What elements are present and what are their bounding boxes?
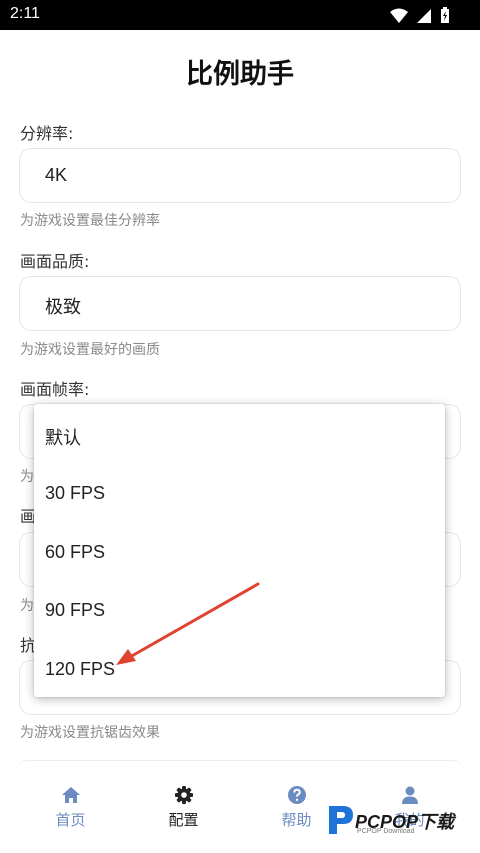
dropdown-option-default[interactable]: 默认 bbox=[45, 424, 81, 450]
gear-icon bbox=[175, 786, 193, 804]
watermark: PCPOP下载 PCPOP Download bbox=[325, 800, 475, 840]
help-icon bbox=[288, 786, 306, 804]
wifi-icon bbox=[390, 8, 408, 23]
quality-hint: 为游戏设置最好的画质 bbox=[20, 342, 160, 358]
framerate-dropdown: 默认 30 FPS 60 FPS 90 FPS 120 FPS bbox=[34, 404, 445, 697]
signal-icon bbox=[417, 8, 431, 23]
resolution-hint: 为游戏设置最佳分辨率 bbox=[20, 213, 160, 229]
quality-value: 极致 bbox=[45, 297, 81, 317]
dropdown-option-60fps[interactable]: 60 FPS bbox=[45, 542, 105, 563]
quality-label: 画面品质: bbox=[20, 252, 90, 271]
resolution-value: 4K bbox=[45, 165, 68, 185]
resolution-label: 分辨率: bbox=[20, 124, 74, 143]
status-icons bbox=[390, 7, 450, 24]
resolution-select[interactable]: 4K bbox=[19, 148, 461, 203]
tab-config[interactable]: 配置 bbox=[127, 761, 240, 853]
antialias-hint: 为游戏设置抗锯齿效果 bbox=[20, 725, 160, 741]
page-title: 比例助手 bbox=[186, 59, 294, 90]
dropdown-option-30fps[interactable]: 30 FPS bbox=[45, 483, 105, 504]
dropdown-option-120fps[interactable]: 120 FPS bbox=[45, 659, 115, 680]
home-icon bbox=[62, 787, 80, 803]
status-time: 2:11 bbox=[10, 5, 40, 22]
quality-select[interactable]: 极致 bbox=[19, 276, 461, 331]
framerate-hint: 为 bbox=[20, 469, 34, 485]
watermark-sub: PCPOP Download bbox=[357, 828, 415, 835]
watermark-logo-icon bbox=[329, 806, 353, 834]
tab-home-label: 首页 bbox=[55, 811, 86, 829]
dropdown-option-90fps[interactable]: 90 FPS bbox=[45, 600, 105, 621]
setting4-hint: 为 bbox=[20, 598, 34, 614]
status-bar: 2:11 bbox=[0, 0, 480, 30]
tab-home[interactable]: 首页 bbox=[14, 761, 127, 853]
framerate-label: 画面帧率: bbox=[20, 380, 90, 399]
battery-icon bbox=[441, 7, 449, 23]
tab-config-label: 配置 bbox=[168, 811, 199, 829]
